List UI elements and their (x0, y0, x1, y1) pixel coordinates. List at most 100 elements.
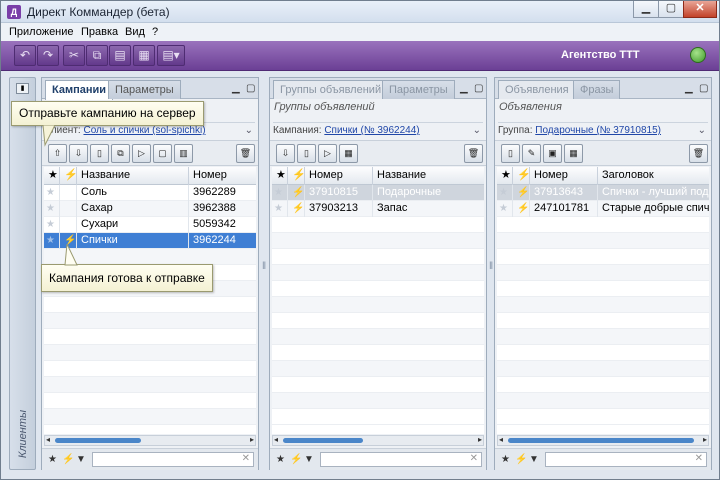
menu-app[interactable]: Приложение (9, 26, 74, 38)
funnel-icon[interactable]: ▼ (304, 454, 314, 465)
table-row[interactable]: ★ Соль 3962289 (44, 185, 256, 201)
col-number[interactable]: Номер (189, 167, 256, 185)
clear-icon[interactable]: ✕ (242, 453, 250, 464)
chevron-down-icon[interactable]: ⌄ (698, 125, 706, 136)
col-number[interactable]: Номер (305, 167, 373, 185)
clear-icon[interactable]: ✕ (470, 453, 478, 464)
horizontal-scrollbar[interactable]: ◂ ▸ (44, 435, 256, 446)
client-link[interactable]: Соль и спички (sol-spichki) (83, 125, 205, 136)
table-row[interactable]: ★ Сахар 3962388 (44, 201, 256, 217)
scroll-right-icon[interactable]: ▸ (250, 435, 254, 444)
star-icon[interactable]: ★ (44, 217, 60, 233)
image-icon[interactable]: ▣ (543, 144, 562, 163)
bolt-column-icon[interactable]: ⚡ (288, 167, 306, 185)
scroll-thumb[interactable] (55, 438, 141, 443)
table-row[interactable]: ★ Сухари 5059342 (44, 217, 256, 233)
star-column-icon[interactable]: ★ (497, 167, 513, 185)
search-input[interactable]: ✕ (545, 452, 707, 467)
maximize-panel-icon[interactable]: ▢ (699, 83, 708, 94)
download-icon[interactable]: ⇩ (276, 144, 295, 163)
star-icon[interactable]: ★ (44, 233, 60, 249)
new-doc-icon[interactable]: ▯ (501, 144, 520, 163)
undo-icon[interactable]: ↶ (14, 45, 36, 66)
tab-campaign-params[interactable]: Параметры (108, 80, 181, 99)
maximize-panel-icon[interactable]: ▢ (246, 83, 255, 94)
layout-dropdown-icon[interactable]: ▤▾ (157, 45, 185, 66)
table-row[interactable]: ★ ⚡ 37903213 Запас (272, 201, 484, 217)
tab-ads[interactable]: Объявления (498, 80, 576, 99)
table-row-selected[interactable]: ★ ⚡ 37913643 Спички - лучший подар (497, 185, 709, 201)
edit-icon[interactable]: ✎ (522, 144, 541, 163)
stats-icon[interactable]: ▥ (174, 144, 193, 163)
horizontal-scrollbar[interactable]: ◂ ▸ (272, 435, 484, 446)
menu-view[interactable]: Вид (125, 26, 145, 38)
new-doc-icon[interactable]: ▯ (297, 144, 316, 163)
copy-icon[interactable]: ⧉ (86, 45, 108, 66)
grid-icon[interactable]: ▦ (339, 144, 358, 163)
table-row[interactable]: ★ ⚡ 247101781 Старые добрые спичк (497, 201, 709, 217)
scroll-left-icon[interactable]: ◂ (46, 435, 50, 444)
tab-campaigns[interactable]: Кампании (45, 80, 114, 100)
menu-help[interactable]: ? (152, 26, 158, 38)
col-name[interactable]: Название (373, 167, 484, 185)
chevron-down-icon[interactable]: ⌄ (473, 125, 481, 136)
star-icon[interactable]: ★ (44, 201, 60, 217)
scroll-thumb[interactable] (283, 438, 363, 443)
trash-icon[interactable]: 🗑 (689, 144, 708, 163)
view-icon[interactable]: ▦ (133, 45, 155, 66)
minimize-button[interactable]: ▁ (633, 1, 659, 18)
scroll-thumb[interactable] (508, 438, 694, 443)
clear-icon[interactable]: ✕ (695, 453, 703, 464)
funnel-icon[interactable]: ▼ (76, 454, 86, 465)
clients-sidebar[interactable]: ▮ Клиенты (9, 77, 36, 470)
scroll-left-icon[interactable]: ◂ (499, 435, 503, 444)
cut-icon[interactable]: ✂ (63, 45, 85, 66)
filter-star-icon[interactable]: ★ (501, 454, 510, 465)
filter-star-icon[interactable]: ★ (276, 454, 285, 465)
trash-icon[interactable]: 🗑 (236, 144, 255, 163)
play-icon[interactable]: ▷ (318, 144, 337, 163)
paste-icon[interactable]: ▤ (109, 45, 131, 66)
maximize-panel-icon[interactable]: ▢ (474, 83, 483, 94)
bolt-column-icon[interactable]: ⚡ (60, 167, 78, 185)
splitter-handle[interactable]: ‖ (489, 261, 493, 272)
star-icon[interactable]: ★ (272, 185, 288, 201)
grid-icon[interactable]: ▦ (564, 144, 583, 163)
splitter-handle[interactable]: ‖ (262, 261, 266, 272)
star-icon[interactable]: ★ (497, 185, 513, 201)
minimize-panel-icon[interactable]: ▁ (685, 83, 693, 94)
pin-icon[interactable]: ▮ (16, 83, 29, 94)
filter-bolt-icon[interactable]: ⚡ (515, 454, 527, 465)
minimize-panel-icon[interactable]: ▁ (460, 83, 468, 94)
col-name[interactable]: Название (77, 167, 189, 185)
filter-bolt-icon[interactable]: ⚡ (62, 454, 74, 465)
search-input[interactable]: ✕ (320, 452, 482, 467)
star-icon[interactable]: ★ (497, 201, 513, 217)
tab-phrases[interactable]: Фразы (573, 80, 621, 99)
filter-star-icon[interactable]: ★ (48, 454, 57, 465)
scroll-right-icon[interactable]: ▸ (478, 435, 482, 444)
play-icon[interactable]: ▷ (132, 144, 151, 163)
minimize-panel-icon[interactable]: ▁ (232, 83, 240, 94)
star-icon[interactable]: ★ (272, 201, 288, 217)
chevron-down-icon[interactable]: ⌄ (245, 125, 253, 136)
close-button[interactable]: ✕ (683, 1, 717, 18)
horizontal-scrollbar[interactable]: ◂ ▸ (497, 435, 709, 446)
col-number[interactable]: Номер (530, 167, 598, 185)
stop-icon[interactable]: ▢ (153, 144, 172, 163)
filter-bolt-icon[interactable]: ⚡ (290, 454, 302, 465)
scroll-right-icon[interactable]: ▸ (703, 435, 707, 444)
tab-groups[interactable]: Группы объявлений (273, 80, 389, 99)
star-icon[interactable]: ★ (44, 185, 60, 201)
campaign-link[interactable]: Спички (№ 3962244) (324, 125, 419, 136)
menu-edit[interactable]: Правка (81, 26, 118, 38)
trash-icon[interactable]: 🗑 (464, 144, 483, 163)
search-input[interactable]: ✕ (92, 452, 254, 467)
scroll-left-icon[interactable]: ◂ (274, 435, 278, 444)
copy-campaign-icon[interactable]: ⧉ (111, 144, 130, 163)
funnel-icon[interactable]: ▼ (529, 454, 539, 465)
star-column-icon[interactable]: ★ (44, 167, 60, 185)
maximize-button[interactable]: ▢ (658, 1, 684, 18)
redo-icon[interactable]: ↷ (37, 45, 59, 66)
bolt-column-icon[interactable]: ⚡ (513, 167, 531, 185)
